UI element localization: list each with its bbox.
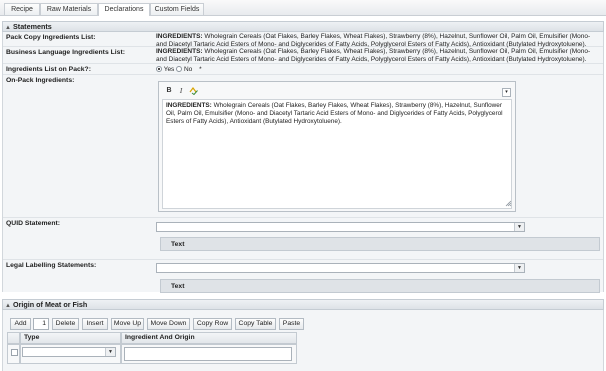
legal-label: Legal Labelling Statements:	[6, 262, 97, 269]
delete-button[interactable]: Delete	[52, 318, 79, 330]
tab-recipe[interactable]: Recipe	[4, 3, 40, 15]
pack-copy-bold: INGREDIENTS:	[156, 33, 203, 40]
quid-text-label: Text	[171, 241, 185, 248]
move-up-button[interactable]: Move Up	[111, 318, 144, 330]
pack-copy-text: Wholegrain Cereals (Oat Flakes, Barley F…	[156, 33, 591, 48]
type-column-header: Type	[20, 332, 121, 344]
quid-select[interactable]: ▼	[156, 222, 525, 232]
tab-raw-materials[interactable]: Raw Materials	[40, 3, 98, 15]
quid-label: QUID Statement:	[6, 220, 61, 227]
business-language-value: INGREDIENTS: Wholegrain Cereals (Oat Fla…	[156, 48, 600, 64]
copy-table-button[interactable]: Copy Table	[235, 318, 276, 330]
no-radio[interactable]	[176, 66, 183, 72]
add-count-input[interactable]: 1	[33, 318, 49, 330]
quid-text-header: Text	[160, 237, 600, 251]
pack-copy-label: Pack Copy Ingredients List:	[6, 34, 96, 41]
on-pack-ingredients-editor: B I ▾ INGREDIENTS: Wholegrain Cereals (O…	[158, 81, 516, 212]
resize-grip-icon[interactable]	[505, 200, 512, 209]
paste-button[interactable]: Paste	[279, 318, 304, 330]
editor-toolbar: B I ▾	[161, 84, 513, 97]
origin-title: Origin of Meat or Fish	[13, 300, 88, 309]
tab-declarations[interactable]: Declarations	[98, 3, 150, 16]
statements-title: Statements	[13, 22, 52, 31]
origin-header[interactable]: ▲ Origin of Meat or Fish	[2, 299, 604, 310]
copy-row-button[interactable]: Copy Row	[193, 318, 232, 330]
required-marker: *	[199, 66, 202, 73]
on-pack-ingredients-label: On-Pack Ingredients:	[6, 77, 75, 84]
no-label: No	[183, 66, 193, 73]
editor-bold-text: INGREDIENTS:	[166, 102, 212, 109]
business-bold: INGREDIENTS:	[156, 48, 203, 55]
insert-button[interactable]: Insert	[82, 318, 108, 330]
bold-icon[interactable]: B	[164, 86, 174, 96]
tab-bar: Recipe Raw Materials Declarations Custom…	[0, 0, 606, 16]
yes-radio[interactable]	[156, 66, 162, 72]
legal-select[interactable]: ▼	[156, 263, 525, 273]
dropdown-arrow-icon[interactable]: ▼	[514, 223, 524, 231]
ingredient-origin-column-header: Ingredient And Origin	[121, 332, 297, 344]
editor-content[interactable]: INGREDIENTS: Wholegrain Cereals (Oat Fla…	[162, 99, 512, 209]
business-language-label: Business Language Ingredients List:	[6, 49, 125, 56]
yes-no-radio-group: Yes No *	[156, 66, 202, 73]
statements-header[interactable]: ▲ Statements	[2, 21, 604, 32]
row-checkbox[interactable]	[11, 349, 18, 356]
spellcheck-icon[interactable]	[188, 86, 198, 96]
on-pack-question-label: Ingredients List on Pack?:	[6, 66, 91, 73]
select-column-header	[7, 332, 20, 344]
editor-expand-icon[interactable]: ▾	[502, 88, 511, 97]
dropdown-arrow-icon[interactable]: ▼	[105, 348, 115, 356]
legal-text-header: Text	[160, 279, 600, 293]
pack-copy-row: Pack Copy Ingredients List: INGREDIENTS:…	[3, 32, 603, 48]
add-button[interactable]: Add	[10, 318, 31, 330]
ingredient-origin-input[interactable]	[124, 347, 292, 361]
legal-text-label: Text	[171, 283, 185, 290]
on-pack-question-row: Ingredients List on Pack?: Yes No *	[3, 64, 603, 75]
business-language-row: Business Language Ingredients List: INGR…	[3, 47, 603, 64]
yes-label: Yes	[163, 66, 175, 73]
move-down-button[interactable]: Move Down	[147, 318, 190, 330]
editor-text: Wholegrain Cereals (Oat Flakes, Barley F…	[166, 102, 503, 126]
dropdown-arrow-icon[interactable]: ▼	[514, 264, 524, 272]
business-text: Wholegrain Cereals (Oat Flakes, Barley F…	[156, 48, 591, 63]
tab-custom-fields[interactable]: Custom Fields	[150, 3, 204, 15]
italic-icon[interactable]: I	[176, 86, 186, 96]
type-select[interactable]: ▼	[22, 347, 116, 357]
